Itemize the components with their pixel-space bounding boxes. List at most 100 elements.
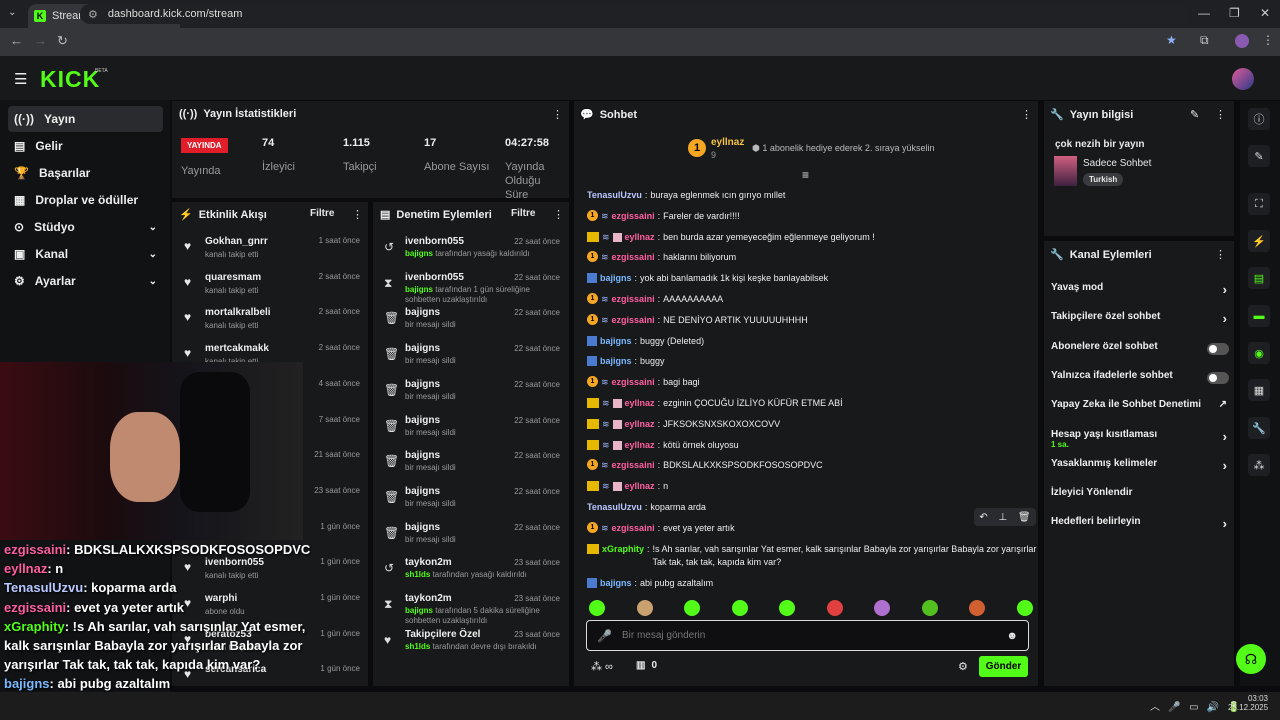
microphone-icon[interactable]: 🎤 [597, 629, 612, 643]
chevron-right-icon[interactable]: › [1223, 516, 1227, 531]
chevron-right-icon[interactable]: › [1223, 429, 1227, 444]
chat-username[interactable]: eyllnaz [625, 418, 655, 431]
moderation-row[interactable]: 🗑 bajigns bir mesajı sildi 22 saat önce [376, 413, 566, 449]
moderation-row[interactable]: 🗑 bajigns bir mesajı sildi 22 saat önce [376, 520, 566, 556]
sidebar-item-gelir[interactable]: ▤ Gelir [8, 133, 163, 159]
channel-action-row[interactable]: Yapay Zeka ile Sohbet Denetimi ↗ [1051, 399, 1231, 421]
chat-message[interactable]: 1 ≋ ezgissaini: bagi bagi [587, 376, 1037, 389]
kebab-menu-icon[interactable]: ⋮ [1021, 108, 1032, 121]
category-name[interactable]: Sadece Sohbet [1083, 158, 1151, 169]
channel-action-row[interactable]: Yavaş mod › [1051, 282, 1231, 304]
hamburger-menu-icon[interactable]: ☰ [14, 70, 27, 88]
chat-message[interactable]: 1 ≋ ezgissaini: haklarını biliyorum [587, 251, 1037, 264]
reply-icon[interactable]: ↶ [979, 512, 987, 523]
edit-icon[interactable]: ✎ [1248, 145, 1270, 167]
moderation-row[interactable]: 🗑 bajigns bir mesajı sildi 22 saat önce [376, 484, 566, 520]
chat-message[interactable]: ≋ eyllnaz: JFKSOKSNXSKOXOXCOVV [587, 418, 1037, 431]
kebab-menu-icon[interactable]: ⋮ [1215, 108, 1226, 121]
user-avatar[interactable] [1232, 68, 1254, 90]
channel-action-row[interactable]: Hedefleri belirleyin › [1051, 516, 1231, 538]
chat-message[interactable]: 1 ≋ ezgissaini: NE DENİYO ARTIK YUUUUUHHHH [587, 313, 1037, 327]
chat-message[interactable]: ≋ eyllnaz: n [587, 480, 1037, 493]
moderation-row[interactable]: 🗑 bajigns bir mesajı sildi 22 saat önce [376, 448, 566, 484]
emote-icon[interactable] [636, 600, 653, 616]
sidebar-item-ayarlar[interactable]: ⚙ Ayarlar ⌄ [8, 268, 163, 294]
forward-icon[interactable]: → [34, 33, 47, 48]
chat-message[interactable]: ≋ eyllnaz: ezginin ÇOCUĞU İZLİYO KÜFÜR ETM… [587, 397, 1037, 410]
activity-row[interactable]: ♥ quaresmam kanalı takip etti 2 saat önce [178, 270, 366, 306]
community-icon[interactable]: ⁂ [1248, 454, 1270, 476]
send-button[interactable]: Gönder [979, 656, 1028, 677]
document-icon[interactable]: ▤ [1248, 267, 1270, 289]
sidebar-item-droplar[interactable]: ▦ Droplar ve ödüller [8, 187, 163, 213]
emote-icon[interactable] [731, 600, 748, 616]
chat-username[interactable]: ezgissaini [612, 522, 655, 535]
moderation-row[interactable]: ↺ ivenborn055 bajigns tarafından yasağı ka… [376, 234, 566, 270]
chat-username[interactable]: eyllnaz [625, 439, 655, 452]
maximize-icon[interactable]: ❐ [1229, 6, 1240, 20]
activity-row[interactable]: ♥ Gokhan_gnrr kanalı takip etti 1 saat önce [178, 234, 366, 270]
channel-action-row[interactable]: Abonelere özel sohbet [1051, 341, 1231, 363]
broadcast-icon[interactable]: ◉ [1248, 342, 1270, 364]
tray-icons[interactable]: ︿ 🎤 ▭ 🔊 🔋 [1150, 698, 1240, 713]
moderation-row[interactable]: 🗑 bajigns bir mesajı sildi 22 saat önce [376, 341, 566, 377]
sidebar-item-yayin[interactable]: ((·)) Yayın [8, 106, 163, 132]
chat-username[interactable]: ezgissaini [612, 376, 655, 389]
channel-action-row[interactable]: Takipçilere özel sohbet › [1051, 311, 1231, 333]
chat-username[interactable]: ezgissaini [612, 459, 655, 472]
chat-username[interactable]: ezgissaini [612, 210, 655, 223]
minimize-icon[interactable]: — [1198, 6, 1210, 20]
channel-action-row[interactable]: Hesap yaşı kısıtlaması 1 sa. › [1051, 429, 1231, 451]
chat-username[interactable]: TenasulUzvu [587, 501, 642, 514]
channel-action-row[interactable]: Yasaklanmış kelimeler › [1051, 458, 1231, 480]
chat-username[interactable]: bajigns [600, 335, 632, 348]
collapse-icon[interactable]: ≡ [802, 168, 809, 182]
chat-input[interactable] [621, 630, 997, 641]
external-link-icon[interactable]: ↗ [1219, 399, 1227, 410]
channel-action-row[interactable]: Yalnızca ifadelerle sohbet [1051, 370, 1231, 392]
channel-action-row[interactable]: İzleyici Yönlendir [1051, 487, 1231, 509]
lightning-icon[interactable]: ⚡ [1248, 230, 1270, 252]
chat-username[interactable]: ezgissaini [612, 293, 655, 306]
chevron-right-icon[interactable]: › [1223, 458, 1227, 473]
sidebar-item-basarilar[interactable]: 🏆 Başarılar [8, 160, 163, 186]
chat-username[interactable]: ezgissaini [612, 251, 655, 264]
kebab-menu-icon[interactable]: ⋮ [553, 208, 564, 221]
layout-icon[interactable]: ▦ [1248, 379, 1270, 401]
activity-row[interactable]: ♥ ivenborn055 kanalı takip etti 1 gün önce [178, 555, 366, 591]
emote-icon[interactable] [1016, 600, 1033, 616]
chat-message[interactable]: TenasulUzvu: koparma arda [587, 501, 1037, 514]
support-headset-icon[interactable]: ☊ [1236, 644, 1266, 674]
reload-icon[interactable]: ↻ [57, 33, 68, 49]
trash-icon[interactable]: 🗑 [1018, 512, 1031, 523]
chat-username[interactable]: bajigns [600, 577, 632, 590]
chat-message[interactable]: bajigns: abi pubg azaltalım [587, 577, 1037, 590]
chat-message[interactable]: 1 ≋ ezgissaini: AAAAAAAAAA [587, 293, 1037, 306]
emote-icon[interactable] [921, 600, 938, 616]
clock[interactable]: 03:03 23.12.2025 [1228, 694, 1268, 712]
chat-message[interactable]: bajigns: yok abi banlamadık 1k kişi keşke… [587, 272, 1037, 285]
chat-bubble-icon[interactable]: ▬ [1248, 305, 1270, 327]
pinned-username[interactable]: eyllnaz [711, 137, 744, 148]
chat-input-box[interactable]: 🎤 ☻ [586, 620, 1029, 651]
edit-icon[interactable]: ✎ [1190, 108, 1199, 121]
kebab-menu-icon[interactable]: ⋮ [1215, 248, 1226, 261]
chat-message[interactable]: ≋ eyllnaz: kötü örnek oluyosu [587, 439, 1037, 452]
moderation-row[interactable]: ⧗ taykon2m bajigns tarafından 5 dakika sür… [376, 591, 566, 627]
chat-username[interactable]: xGraphity [602, 543, 644, 556]
points-counter[interactable]: ▥ 0 [636, 660, 657, 671]
activity-filter-button[interactable]: Filtre [310, 208, 334, 219]
moderation-row[interactable]: 🗑 bajigns bir mesajı sildi 22 saat önce [376, 377, 566, 413]
back-icon[interactable]: ← [10, 33, 23, 48]
sidebar-item-studyo[interactable]: ⊙ Stüdyo ⌄ [8, 214, 163, 240]
moderation-row[interactable]: ⧗ ivenborn055 bajigns tarafından 1 gün sür… [376, 270, 566, 306]
toggle-switch[interactable] [1207, 342, 1229, 355]
browser-menu-icon[interactable]: ⋮ [1262, 33, 1274, 47]
channel-points-icon[interactable]: ⁂ ∞ [591, 660, 613, 673]
chat-message[interactable]: 1 ≋ ezgissaini: evet ya yeter artık [587, 521, 1037, 535]
chat-username[interactable]: bajigns [600, 355, 632, 368]
kebab-menu-icon[interactable]: ⋮ [552, 108, 563, 121]
close-window-icon[interactable]: ✕ [1260, 6, 1270, 20]
tab-list-icon[interactable]: ⌄ [8, 7, 16, 18]
moderation-row[interactable]: ↺ taykon2m sh1lds tarafından yasağı kaldır… [376, 555, 566, 591]
